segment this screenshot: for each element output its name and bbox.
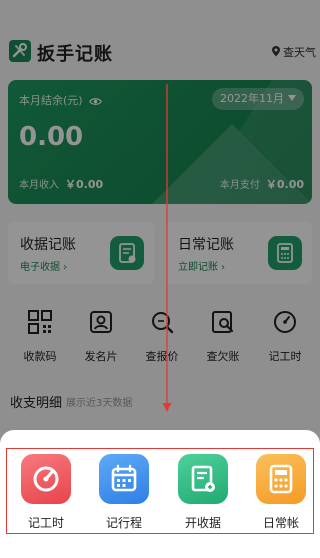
calendar-icon (99, 454, 149, 504)
action-daily-account[interactable]: 日常帐 (249, 454, 313, 531)
action-label: 记工时 (27, 516, 64, 530)
calculator-icon (256, 454, 306, 504)
action-trip[interactable]: 记行程 (92, 454, 156, 531)
work-hours-icon (21, 454, 71, 504)
bottom-action-sheet: 记工时 记行程 开收据 日常帐 (0, 430, 320, 558)
action-work-hours[interactable]: 记工时 (14, 454, 78, 531)
action-label: 记行程 (105, 516, 142, 530)
action-label: 开收据 (184, 516, 221, 530)
action-receipt[interactable]: 开收据 (171, 454, 235, 531)
receipt-icon (178, 454, 228, 504)
action-label: 日常帐 (262, 516, 299, 530)
